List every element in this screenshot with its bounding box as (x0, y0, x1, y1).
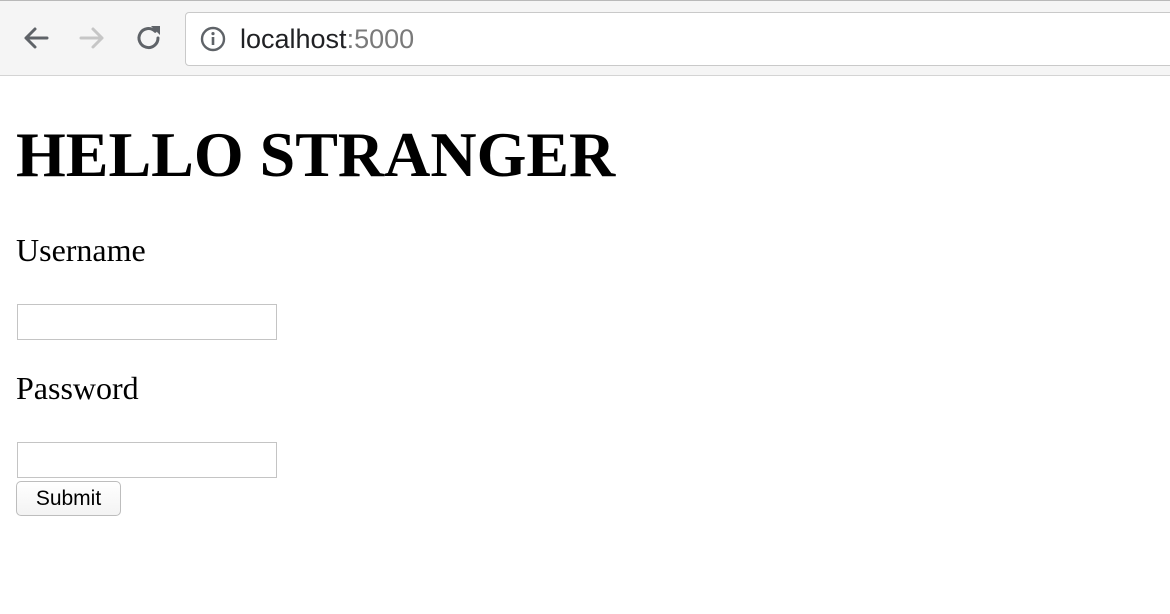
arrow-right-icon (79, 27, 104, 49)
info-icon[interactable] (200, 26, 226, 52)
username-input[interactable] (17, 304, 277, 340)
reload-button[interactable] (134, 23, 164, 53)
address-bar[interactable]: localhost:5000 (185, 12, 1170, 66)
reload-icon (137, 26, 160, 50)
password-input[interactable] (17, 442, 277, 478)
url-host: localhost (240, 23, 347, 54)
arrow-left-icon (24, 27, 49, 49)
url-port: :5000 (346, 23, 415, 54)
submit-button[interactable]: Submit (16, 481, 121, 516)
forward-button[interactable] (77, 23, 107, 53)
page-title: HELLO STRANGER (16, 119, 616, 190)
back-button[interactable] (21, 23, 51, 53)
url-text: localhost:5000 (240, 24, 414, 55)
username-label: Username (16, 232, 146, 268)
password-label: Password (16, 370, 139, 406)
browser-toolbar: localhost:5000 (0, 0, 1170, 76)
